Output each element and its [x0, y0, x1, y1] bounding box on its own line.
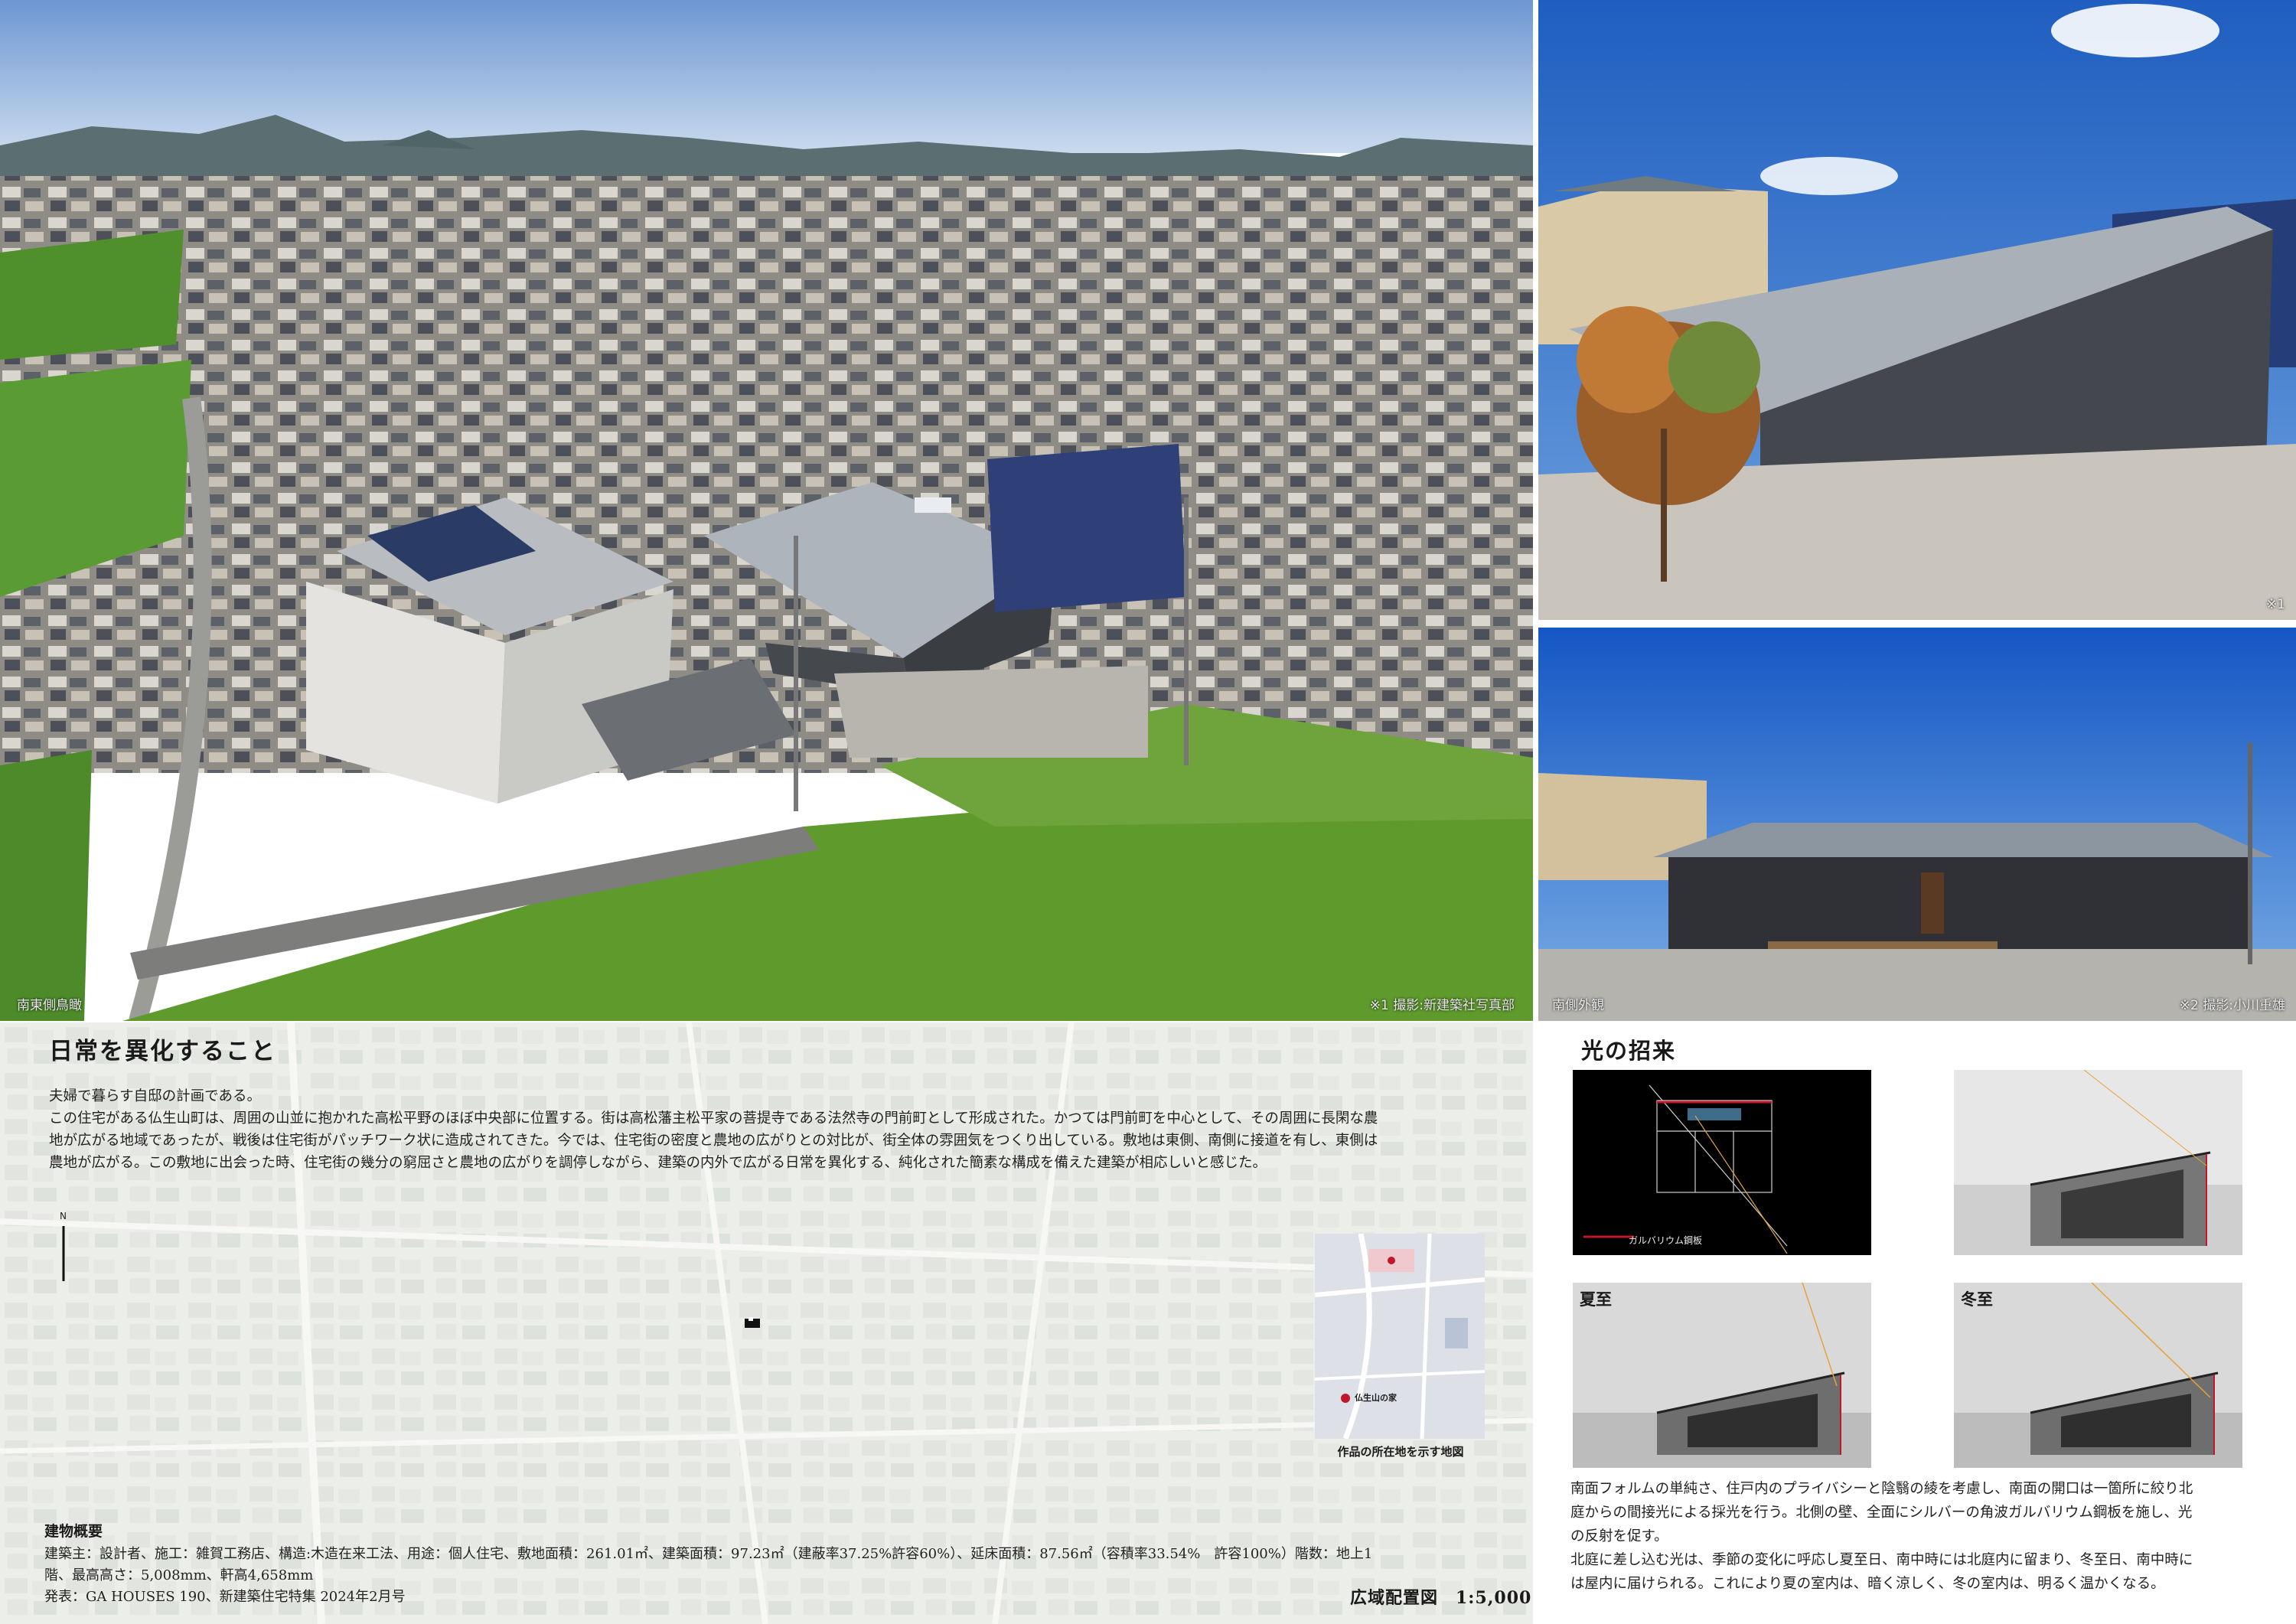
site-marker-icon	[745, 1317, 760, 1328]
aerial-photo-illustration	[0, 0, 1533, 1021]
light-text-line: は屋内に届けられる。これにより夏の室内は、暗く涼しく、冬の室内は、明るく温かくな…	[1570, 1576, 2165, 1592]
plan-legend-label: ガルバリウム鋼板	[1629, 1235, 1703, 1246]
building-outline-line: 発表：GA HOUSES 190、新建築住宅特集 2024年2月号	[44, 1589, 406, 1605]
winter-solstice-diagram	[1954, 1283, 2242, 1468]
section-diagram-drawing	[1954, 1070, 2242, 1255]
light-section-title: 光の招来	[1581, 1038, 1677, 1064]
building-outline-line: 階、最高高さ：5,008mm、軒高4,658mm	[44, 1567, 314, 1583]
section-diagram	[1954, 1070, 2242, 1255]
intro-line: 地が広がる地域であったが、戦後は住宅街がパッチワーク状に造成されてきた。今では、…	[49, 1133, 1378, 1149]
location-map-caption: 作品の所在地を示す地図	[1337, 1445, 1464, 1459]
exterior-photo-top-illustration	[1538, 0, 2296, 620]
aerial-photo: 南東側鳥瞰 ※1 撮影:新建築社写真部	[0, 0, 1533, 1021]
site-plan-scale-label: 広域配置図 1:5,000	[1350, 1588, 1532, 1608]
building-outline-line: 建築主：設計者、施工：雑賀工務店、構造:木造在来工法、用途：個人住宅、敷地面積：…	[44, 1546, 1373, 1562]
intro-line: 農地が広がる。この敷地に出会った時、住宅街の幾分の窮屈さと農地の広がりを調停しな…	[49, 1155, 1267, 1171]
location-map-illustration	[1315, 1234, 1485, 1439]
summer-solstice-drawing	[1573, 1283, 1871, 1468]
intro-line: この住宅がある仏生山町は、周囲の山並に抱かれた高松平野のほぼ中央部に位置する。街…	[49, 1110, 1378, 1127]
intro-line: 夫婦で暮らす自邸の計画である。	[49, 1088, 261, 1104]
light-text-line: 北庭に差し込む光は、季節の変化に呼応し夏至日、南中時には北庭内に留まり、冬至日、…	[1570, 1552, 2193, 1568]
plan-diagram-drawing	[1573, 1070, 1871, 1255]
exterior-south-credit: ※2 撮影:小川重雄	[2179, 998, 2285, 1013]
aerial-caption: 南東側鳥瞰	[17, 998, 82, 1013]
intro-text: 夫婦で暮らす自邸の計画である。 この住宅がある仏生山町は、周囲の山並に抱かれた高…	[49, 1085, 1526, 1174]
summer-solstice-diagram	[1573, 1283, 1871, 1468]
exterior-photo-south-illustration	[1538, 628, 2296, 1021]
exterior-south-caption: 南側外観	[1552, 998, 1604, 1013]
exterior-photo-south: 南側外観 ※2 撮影:小川重雄	[1538, 628, 2296, 1021]
light-text-line: 南面フォルムの単純さ、住戸内のプライバシーと陰翳の綾を考慮し、南面の開口は一箇所…	[1570, 1481, 2193, 1497]
building-outline-title: 建物概要	[44, 1523, 103, 1540]
light-text-line: の反射を促す。	[1570, 1528, 1668, 1544]
main-title: 日常を異化すること	[49, 1038, 276, 1065]
location-map-pin-label: 仏生山の家	[1355, 1393, 1397, 1403]
exterior-photo-top: ※1	[1538, 0, 2296, 620]
summer-solstice-label: 夏至	[1580, 1290, 1612, 1309]
winter-solstice-label: 冬至	[1961, 1290, 1993, 1309]
exterior-top-credit: ※1	[2265, 597, 2285, 612]
light-description: 南面フォルムの単純さ、住戸内のプライバシーと陰翳の綾を考慮し、南面の開口は一箇所…	[1570, 1477, 2258, 1596]
aerial-credit: ※1 撮影:新建築社写真部	[1369, 998, 1515, 1013]
light-text-line: 庭からの間接光による採光を行う。北側の壁、全面にシルバーの角波ガルバリウム鋼板を…	[1570, 1505, 2193, 1521]
plan-diagram	[1573, 1070, 1871, 1255]
north-arrow-icon	[62, 1226, 65, 1281]
winter-solstice-drawing	[1954, 1283, 2242, 1468]
location-map: 仏生山の家	[1315, 1234, 1485, 1439]
